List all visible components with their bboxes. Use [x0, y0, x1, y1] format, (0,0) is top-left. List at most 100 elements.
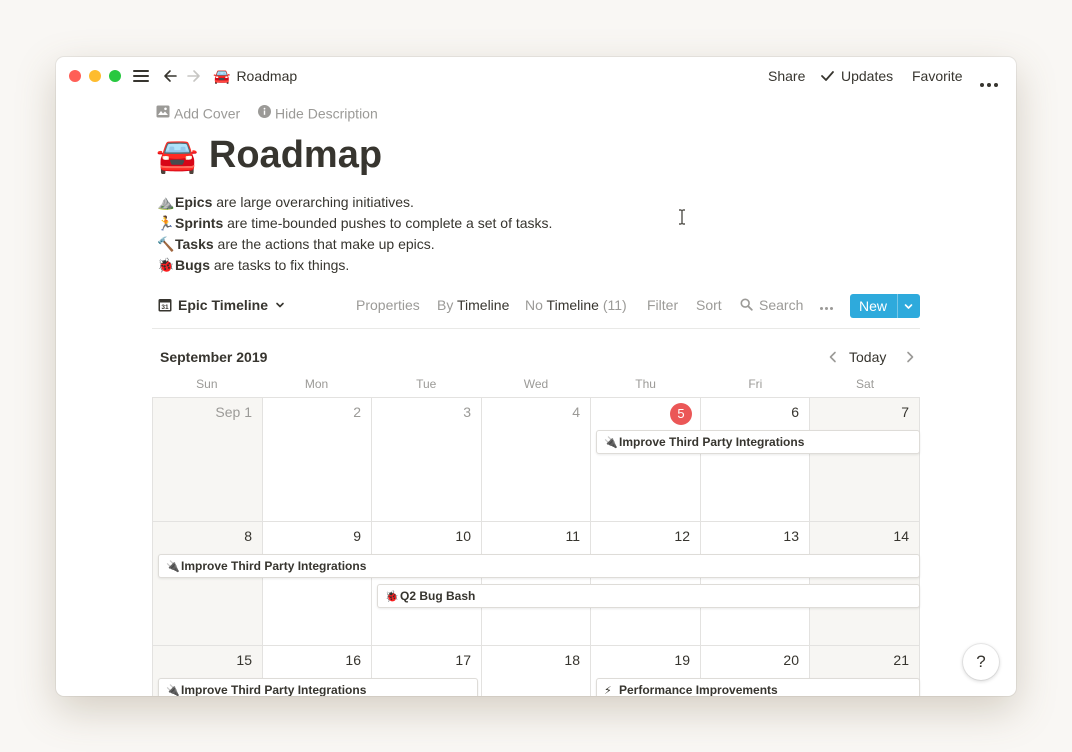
chevron-down-icon	[276, 302, 284, 308]
weekday-label: Sun	[196, 377, 218, 391]
plug-icon: 🔌	[604, 437, 618, 449]
more-options-icon[interactable]	[980, 74, 1001, 92]
runner-icon: 🏃	[157, 215, 175, 231]
weekday-header-row: Sun Mon Tue Wed Thu Fri Sat	[152, 373, 920, 395]
previous-month-icon[interactable]	[827, 351, 839, 363]
filter-button[interactable]: Filter	[647, 285, 678, 325]
view-more-icon[interactable]	[820, 303, 833, 310]
day-number: 16	[345, 652, 361, 668]
close-window-button[interactable]	[69, 70, 81, 82]
hammer-icon: 🔨	[157, 236, 175, 252]
plug-icon: 🔌	[166, 685, 180, 696]
hide-description-button[interactable]: Hide Description	[258, 104, 378, 121]
favorite-button[interactable]: Favorite	[912, 57, 963, 95]
calendar-event-card[interactable]: 🐞Q2 Bug Bash	[377, 584, 920, 608]
weekday-label: Wed	[523, 377, 549, 391]
hide-description-label: Hide Description	[275, 104, 378, 121]
day-number: 11	[565, 528, 580, 544]
calendar-day-cell[interactable]: 2	[263, 398, 372, 522]
text-cursor-icon	[679, 209, 685, 225]
add-cover-button[interactable]: Add Cover	[156, 104, 240, 121]
day-number: 3	[463, 404, 471, 420]
help-button[interactable]: ?	[963, 644, 999, 680]
weekday-label: Tue	[416, 377, 437, 391]
lightning-icon: ⚡	[604, 685, 612, 696]
updates-button[interactable]: Updates	[841, 57, 893, 95]
properties-button[interactable]: Properties	[356, 285, 420, 325]
calendar-day-cell[interactable]: Sep 1	[153, 398, 263, 522]
new-dropdown-chevron-icon[interactable]	[903, 301, 914, 312]
timeline-by-button[interactable]: By Timeline	[437, 285, 509, 325]
calendar-day-cell[interactable]: 6	[701, 398, 810, 522]
car-icon: 🚘	[213, 68, 231, 84]
bug-icon: 🐞	[385, 591, 399, 603]
calendar-day-cell[interactable]: 8	[153, 522, 263, 646]
calendar-icon: 31	[158, 299, 172, 312]
weekday-label: Thu	[635, 377, 656, 391]
car-icon: 🚘	[156, 137, 199, 175]
calendar-day-cell[interactable]: 9	[263, 522, 372, 646]
description-line: 🐞Bugs are tasks to fix things.	[157, 255, 552, 276]
event-title: Improve Third Party Integrations	[619, 435, 805, 449]
sidebar-toggle-icon[interactable]	[133, 70, 149, 82]
page-title-text: Roadmap	[208, 134, 383, 176]
calendar-event-card[interactable]: 🔌Improve Third Party Integrations	[158, 678, 478, 696]
back-arrow-icon[interactable]	[162, 68, 178, 84]
breadcrumb[interactable]: 🚘 Roadmap	[213, 57, 297, 95]
checkmark-icon	[821, 71, 834, 81]
add-cover-label: Add Cover	[174, 104, 241, 121]
calendar-event-card[interactable]: 🔌Improve Third Party Integrations	[158, 554, 920, 578]
calendar-event-card[interactable]: 🔌Improve Third Party Integrations	[596, 430, 920, 454]
day-number: 15	[236, 652, 252, 668]
calendar-event-card[interactable]: ⚡ Performance Improvements	[596, 678, 920, 696]
next-month-icon[interactable]	[904, 351, 916, 363]
maximize-window-button[interactable]	[109, 70, 121, 82]
no-timeline-button[interactable]: No Timeline (11)	[525, 285, 627, 325]
day-number: 17	[455, 652, 471, 668]
breadcrumb-label: Roadmap	[236, 68, 298, 84]
top-bar: 🚘 Roadmap Share Updates Favorite	[56, 57, 1016, 95]
day-number: 13	[783, 528, 799, 544]
description-line: ⛰️Epics are large overarching initiative…	[157, 192, 552, 213]
database-view-toolbar: 31 Epic Timeline Properties By Timeline …	[152, 285, 920, 329]
sort-button[interactable]: Sort	[696, 285, 722, 325]
day-number: 10	[455, 528, 471, 544]
description-line: 🏃Sprints are time-bounded pushes to comp…	[157, 213, 552, 234]
calendar-day-cell[interactable]: 7	[810, 398, 920, 522]
day-number: 20	[783, 652, 799, 668]
new-button[interactable]: New	[850, 294, 920, 318]
calendar-day-cell[interactable]: 4	[482, 398, 591, 522]
page-title: 🚘 Roadmap	[156, 134, 382, 177]
today-button[interactable]: Today	[849, 345, 886, 369]
weekday-label: Fri	[748, 377, 763, 391]
svg-text:31: 31	[161, 304, 169, 311]
calendar-grid: Sep 1 2 3 4 5 6 7 8 9 10 11 12 13 14 15 …	[152, 397, 920, 696]
calendar-header: September 2019 Today	[152, 345, 920, 369]
new-button-divider	[897, 294, 898, 318]
weekday-label: Mon	[304, 377, 329, 391]
weekday-label: Sat	[856, 377, 875, 391]
page-meta-row: Add Cover Hide Description	[156, 103, 392, 121]
calendar-day-cell[interactable]: 18	[482, 646, 591, 696]
calendar-day-cell[interactable]: 3	[372, 398, 482, 522]
day-number: 9	[353, 528, 361, 544]
search-icon	[740, 298, 753, 311]
day-number: 2	[353, 404, 361, 420]
search-button[interactable]: Search	[740, 285, 803, 325]
day-number: 19	[674, 652, 690, 668]
app-window: 🚘 Roadmap Share Updates Favorite Add Cove…	[56, 57, 1016, 696]
event-title: Improve Third Party Integrations	[181, 683, 367, 696]
plug-icon: 🔌	[166, 561, 180, 573]
share-button[interactable]: Share	[768, 57, 805, 95]
bug-icon: 🐞	[157, 257, 175, 273]
day-number: 18	[564, 652, 580, 668]
view-switcher[interactable]: 31 Epic Timeline	[158, 285, 285, 325]
calendar-day-cell-today[interactable]: 5	[591, 398, 701, 522]
description-line: 🔨Tasks are the actions that make up epic…	[157, 234, 552, 255]
day-number: 6	[791, 404, 799, 420]
day-number: 21	[893, 652, 909, 668]
minimize-window-button[interactable]	[89, 70, 101, 82]
view-name-label: Epic Timeline	[178, 297, 268, 313]
forward-arrow-icon[interactable]	[186, 68, 202, 84]
day-number: 8	[244, 528, 252, 544]
